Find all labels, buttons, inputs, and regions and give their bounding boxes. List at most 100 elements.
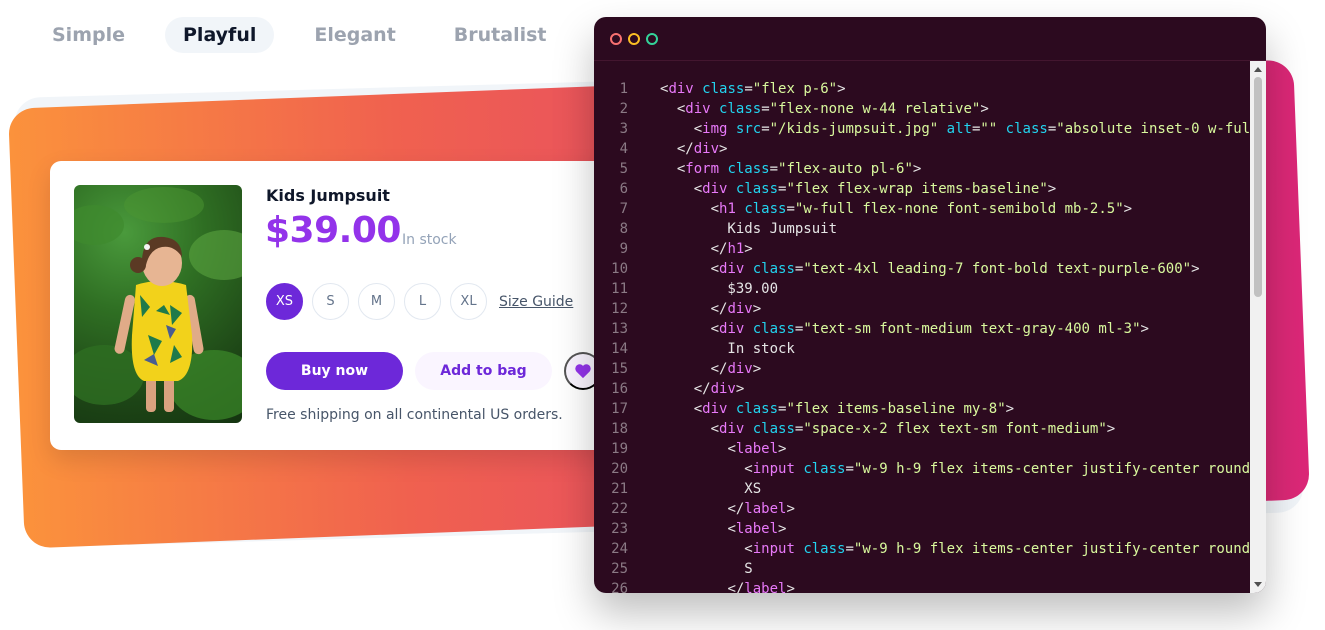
line-content: <div class="flex items-baseline my-8"> [693,401,1015,417]
code-line: 20 <input class="w-9 h-9 flex items-cent… [594,459,1250,479]
scroll-down-icon[interactable] [1254,582,1262,587]
size-option-m[interactable]: M [358,283,395,320]
code-line: 1 <div class="flex p-6"> [594,79,1250,99]
code-line: 19 <label> [594,439,1250,459]
line-content: In stock [660,341,795,357]
code-line: 14 In stock [594,339,1250,359]
line-content: <div class="text-4xl leading-7 font-bold… [710,261,1200,277]
line-number: 25 [611,561,628,577]
tab-brutalist[interactable]: Brutalist [436,17,565,53]
line-content: S [660,561,753,577]
size-option-xs[interactable]: XS [266,283,303,320]
code-line: 22 </label> [594,499,1250,519]
size-option-s[interactable]: S [312,283,349,320]
tab-elegant[interactable]: Elegant [296,17,413,53]
code-line: 7 <h1 class="w-full flex-none font-semib… [594,199,1250,219]
tab-simple[interactable]: Simple [34,17,143,53]
code-line: 23 <label> [594,519,1250,539]
code-line: 10 <div class="text-4xl leading-7 font-b… [594,259,1250,279]
code-line: 5 <form class="flex-auto pl-6"> [594,159,1250,179]
line-number: 5 [619,161,628,177]
line-number: 3 [619,121,628,137]
code-line: 18 <div class="space-x-2 flex text-sm fo… [594,419,1250,439]
code-line: 17 <div class="flex items-baseline my-8"… [594,399,1250,419]
line-content: </div> [676,141,728,157]
line-content: <div class="flex p-6"> [660,81,846,97]
code-line: 9 </h1> [594,239,1250,259]
line-content: <input class="w-9 h-9 flex items-center … [744,541,1250,557]
tab-playful[interactable]: Playful [165,17,275,53]
heart-icon [575,364,591,379]
code-line: 15 </div> [594,359,1250,379]
line-content: <img src="/kids-jumpsuit.jpg" alt="" cla… [693,121,1250,137]
size-option-xl[interactable]: XL [450,283,487,320]
product-title: Kids Jumpsuit [266,186,390,205]
line-number: 15 [611,361,628,377]
code-line: 8 Kids Jumpsuit [594,219,1250,239]
code-editor[interactable]: 1 <div class="flex p-6"> 2 <div class="fle… [594,79,1250,593]
line-content: <div class="flex-none w-44 relative"> [676,101,989,117]
code-line: 24 <input class="w-9 h-9 flex items-cent… [594,539,1250,559]
line-number: 19 [611,441,628,457]
buy-now-button[interactable]: Buy now [266,352,403,390]
line-content: <div class="flex flex-wrap items-baselin… [693,181,1057,197]
shipping-note: Free shipping on all continental US orde… [266,407,563,423]
code-line: 11 $39.00 [594,279,1250,299]
product-image [74,185,242,423]
line-number: 1 [619,81,628,97]
scroll-up-icon[interactable] [1254,67,1262,72]
line-number: 10 [611,261,628,277]
code-line: 21 XS [594,479,1250,499]
code-line: 2 <div class="flex-none w-44 relative"> [594,99,1250,119]
line-content: </div> [693,381,745,397]
line-content: </label> [727,581,795,593]
product-price: $39.00 [265,210,401,251]
maximize-dot-icon [646,33,658,45]
window-titlebar [594,17,1266,61]
line-content: <input class="w-9 h-9 flex items-center … [744,461,1250,477]
line-content: <form class="flex-auto pl-6"> [676,161,922,177]
code-line: 12 </div> [594,299,1250,319]
line-number: 2 [619,101,628,117]
line-number: 7 [619,201,628,217]
product-card: Kids Jumpsuit $39.00 In stock XS S M L X… [50,161,626,450]
code-line: 6 <div class="flex flex-wrap items-basel… [594,179,1250,199]
line-content: <label> [727,521,787,537]
code-line: 4 </div> [594,139,1250,159]
line-content: </div> [710,361,762,377]
line-content: </div> [710,301,762,317]
line-number: 12 [611,301,628,317]
line-content: </label> [727,501,795,517]
code-line: 16 </div> [594,379,1250,399]
line-number: 14 [611,341,628,357]
line-number: 18 [611,421,628,437]
size-guide-link[interactable]: Size Guide [499,294,573,310]
line-content: <label> [727,441,787,457]
code-line: 13 <div class="text-sm font-medium text-… [594,319,1250,339]
line-number: 22 [611,501,628,517]
scroll-thumb[interactable] [1254,77,1262,297]
code-window: 1 <div class="flex p-6"> 2 <div class="fle… [594,17,1266,593]
size-option-l[interactable]: L [404,283,441,320]
line-number: 6 [619,181,628,197]
code-scrollbar[interactable] [1250,61,1266,593]
line-number: 4 [619,141,628,157]
code-line: 3 <img src="/kids-jumpsuit.jpg" alt="" c… [594,119,1250,139]
size-selector: XS S M L XL Size Guide [266,283,573,320]
line-content: XS [660,481,762,497]
stock-status: In stock [402,232,457,248]
add-to-bag-button[interactable]: Add to bag [415,352,552,390]
line-number: 21 [611,481,628,497]
minimize-dot-icon [628,33,640,45]
line-content: <div class="space-x-2 flex text-sm font-… [710,421,1116,437]
line-content: Kids Jumpsuit [660,221,838,237]
line-number: 26 [611,581,628,593]
style-tabs: Simple Playful Elegant Brutalist [34,17,587,53]
line-number: 8 [619,221,628,237]
line-content: $39.00 [660,281,779,297]
line-number: 13 [611,321,628,337]
line-content: </h1> [710,241,753,257]
line-content: <div class="text-sm font-medium text-gra… [710,321,1149,337]
line-number: 11 [611,281,628,297]
line-number: 17 [611,401,628,417]
